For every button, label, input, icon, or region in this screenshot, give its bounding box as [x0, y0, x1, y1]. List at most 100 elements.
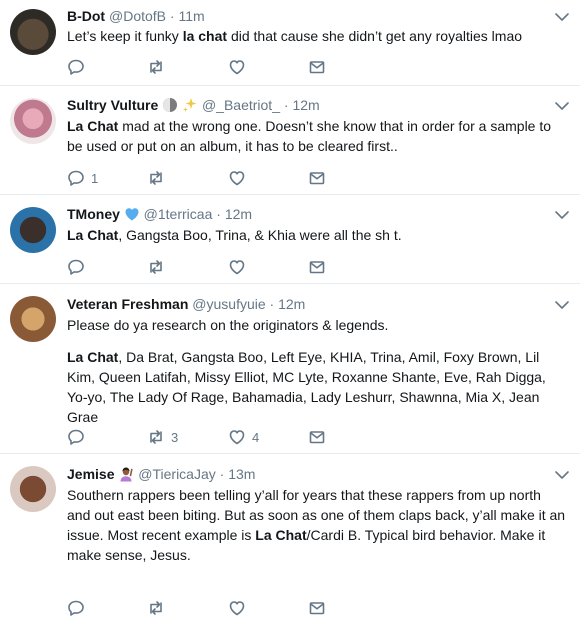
- timestamp[interactable]: 13m: [228, 466, 255, 482]
- tweet-actions: [67, 598, 337, 618]
- tweet-paragraph: Let’s keep it funky la chat did that cau…: [67, 26, 568, 46]
- highlighted-term: La Chat: [255, 527, 307, 543]
- retweet-icon: [150, 171, 162, 185]
- direct-message-button[interactable]: [308, 168, 326, 188]
- envelope-icon: [309, 431, 325, 444]
- retweet-button[interactable]: [147, 257, 171, 277]
- tweet-text: La Chat mad at the wrong one. Doesn’t sh…: [67, 116, 568, 156]
- highlighted-term: La Chat: [67, 227, 119, 243]
- tweet-paragraph: Please do ya research on the originators…: [67, 315, 568, 335]
- display-name[interactable]: Jemise: [67, 466, 114, 482]
- separator-dot: ·: [166, 8, 179, 24]
- display-name[interactable]: TMoney: [67, 206, 120, 222]
- timestamp[interactable]: 12m: [292, 97, 319, 113]
- like-button[interactable]: [228, 257, 252, 277]
- retweet-button[interactable]: [147, 598, 171, 618]
- separator-dot: ·: [215, 466, 229, 482]
- heart-icon: [229, 171, 245, 186]
- tweet-header: Veteran Freshman @yusufyuie · 12m: [67, 295, 305, 313]
- display-name[interactable]: B-Dot: [67, 8, 105, 24]
- timestamp[interactable]: 12m: [278, 296, 305, 312]
- tweet-text: Let’s keep it funky la chat did that cau…: [67, 26, 568, 46]
- like-button[interactable]: 4: [228, 427, 259, 447]
- tweet-header: Jemise @TiericaJay · 13m: [67, 465, 255, 486]
- avatar[interactable]: [10, 207, 56, 253]
- tweet-paragraph: La Chat, Da Brat, Gangsta Boo, Left Eye,…: [67, 347, 568, 427]
- retweet-icon: [150, 60, 162, 74]
- user-handle[interactable]: @TiericaJay: [138, 466, 216, 482]
- tweet[interactable]: Sultry Vulture @_Baetriot_ · 12m La Chat …: [0, 86, 580, 195]
- user-handle[interactable]: @yusufyuie: [192, 296, 265, 312]
- avatar[interactable]: [10, 296, 56, 342]
- retweet-icon: [150, 601, 162, 615]
- envelope-icon: [309, 261, 325, 274]
- highlighted-term: La Chat: [67, 118, 119, 134]
- chevron-down-icon[interactable]: [554, 299, 570, 311]
- chevron-down-icon[interactable]: [554, 100, 570, 112]
- tweet-paragraph: Southern rappers been telling y’all for …: [67, 485, 568, 565]
- separator-dot: ·: [280, 97, 293, 113]
- reply-icon: [68, 170, 84, 186]
- timestamp[interactable]: 11m: [178, 8, 204, 24]
- like-button[interactable]: [228, 598, 252, 618]
- display-name[interactable]: Veteran Freshman: [67, 296, 188, 312]
- text-segment: , Gangsta Boo, Trina, & Khia were all th…: [118, 227, 402, 243]
- tweet-text: La Chat, Gangsta Boo, Trina, & Khia were…: [67, 225, 568, 245]
- tweet-actions: [67, 257, 337, 277]
- envelope-icon: [309, 61, 325, 74]
- separator-dot: ·: [212, 206, 225, 222]
- woman-raising-hand-emoji: [118, 466, 134, 486]
- reply-icon: [68, 600, 84, 616]
- tweet-actions: 1: [67, 168, 337, 188]
- like-button[interactable]: [228, 168, 252, 188]
- direct-message-button[interactable]: [308, 427, 326, 447]
- envelope-icon: [309, 602, 325, 615]
- heart-icon: [229, 430, 245, 445]
- tweet-header: Sultry Vulture @_Baetriot_ · 12m: [67, 96, 320, 117]
- user-handle[interactable]: @_Baetriot_: [202, 97, 280, 113]
- reply-icon: [68, 59, 84, 75]
- text-segment: Please do ya research on the originators…: [67, 317, 389, 333]
- chevron-down-icon[interactable]: [554, 11, 570, 23]
- chevron-down-icon[interactable]: [554, 209, 570, 221]
- tweet[interactable]: TMoney @1terricaa · 12m La Chat, Gangsta …: [0, 195, 580, 284]
- text-segment: Let’s keep it funky: [67, 28, 183, 44]
- reply-icon: [68, 259, 84, 275]
- retweet-button[interactable]: [147, 57, 171, 77]
- tweet[interactable]: B-Dot @DotofB · 11m Let’s keep it funky l…: [0, 0, 580, 86]
- tweet-actions: [67, 57, 337, 77]
- heart-icon: [229, 60, 245, 75]
- tweet-paragraph: La Chat mad at the wrong one. Doesn’t sh…: [67, 116, 568, 156]
- reply-button[interactable]: [67, 257, 91, 277]
- timestamp[interactable]: 12m: [225, 206, 252, 222]
- retweet-icon: [150, 260, 162, 274]
- reply-button[interactable]: [67, 427, 91, 447]
- display-name[interactable]: Sultry Vulture: [67, 97, 158, 113]
- reply-button[interactable]: 1: [67, 168, 98, 188]
- user-handle[interactable]: @1terricaa: [144, 206, 213, 222]
- reply-button[interactable]: [67, 57, 91, 77]
- chevron-down-icon[interactable]: [554, 469, 570, 481]
- tweet-text: Southern rappers been telling y’all for …: [67, 485, 568, 565]
- reply-button[interactable]: [67, 598, 91, 618]
- tweet[interactable]: Jemise @TiericaJay · 13m Southern rappers…: [0, 454, 580, 616]
- retweet-button[interactable]: [147, 168, 171, 188]
- retweet-count: 3: [171, 429, 179, 445]
- like-count: 4: [252, 429, 260, 445]
- direct-message-button[interactable]: [308, 257, 326, 277]
- text-segment: mad at the wrong one. Doesn’t she know t…: [67, 118, 552, 154]
- tweet-header: TMoney @1terricaa · 12m: [67, 205, 252, 226]
- retweet-button[interactable]: 3: [147, 427, 178, 447]
- tweet[interactable]: Veteran Freshman @yusufyuie · 12m Please …: [0, 284, 580, 454]
- like-button[interactable]: [228, 57, 252, 77]
- tweet-paragraph: La Chat, Gangsta Boo, Trina, & Khia were…: [67, 225, 568, 245]
- text-segment: did that cause she didn’t get any royalt…: [227, 28, 523, 44]
- user-handle[interactable]: @DotofB: [109, 8, 166, 24]
- sparkles-emoji: [182, 97, 198, 117]
- avatar[interactable]: [10, 98, 56, 144]
- blue-heart-emoji: [124, 206, 140, 226]
- direct-message-button[interactable]: [308, 598, 326, 618]
- avatar[interactable]: [10, 9, 56, 55]
- avatar[interactable]: [10, 466, 56, 512]
- direct-message-button[interactable]: [308, 57, 326, 77]
